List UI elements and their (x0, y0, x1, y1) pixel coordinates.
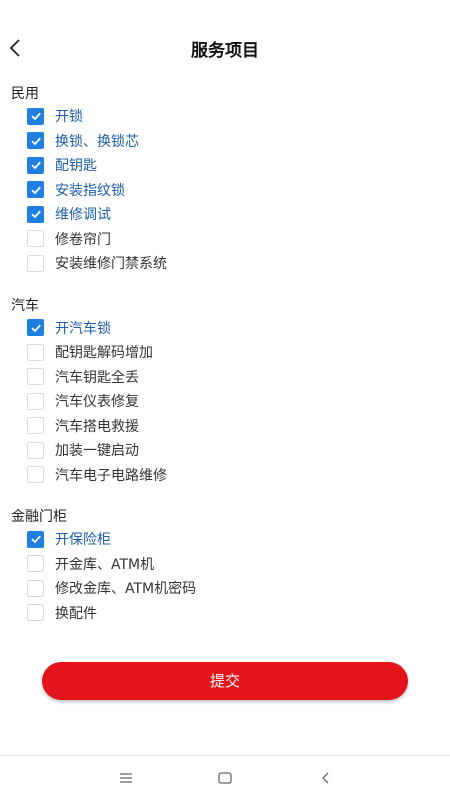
check-icon (30, 535, 41, 544)
group-title: 民用 (11, 86, 39, 102)
checkbox[interactable] (27, 466, 44, 484)
service-option[interactable]: 汽车钥匙全丢 (27, 365, 450, 390)
checkbox[interactable] (27, 230, 44, 248)
option-label: 开保险柜 (55, 532, 111, 549)
check-icon (30, 137, 41, 146)
header: 服务项目 (0, 0, 450, 96)
option-label: 配钥匙 (55, 158, 97, 175)
option-label: 安装维修门禁系统 (55, 256, 167, 273)
checkbox[interactable] (27, 441, 44, 459)
service-option[interactable]: 换配件 (27, 601, 450, 626)
service-option[interactable]: 安装维修门禁系统 (27, 251, 450, 276)
service-option[interactable]: 开保险柜 (27, 527, 450, 552)
checkbox-checked[interactable] (27, 132, 44, 150)
option-label: 汽车搭电救援 (55, 418, 139, 435)
checkbox[interactable] (27, 417, 44, 435)
system-nav-bar (0, 755, 450, 801)
checkbox-checked[interactable] (27, 530, 44, 548)
option-label: 开金库、ATM机 (55, 556, 155, 573)
service-list: 民用 开锁换锁、换锁芯 配钥匙安装指纹锁维修调试修卷帘门安装维修门禁系统汽车 开汽车锁… (0, 84, 450, 645)
checkbox[interactable] (27, 343, 44, 361)
service-group: 金融门柜开保险柜开金库、ATM机修改金库、ATM机密码 换配件 (0, 507, 450, 625)
home-icon (218, 772, 232, 784)
check-icon (30, 186, 41, 195)
checkbox[interactable] (27, 555, 44, 573)
checkbox[interactable] (27, 392, 44, 410)
option-label: 修卷帘门 (55, 231, 111, 248)
submit-button[interactable]: 提交 (42, 662, 408, 700)
option-label: 开锁 (55, 109, 83, 126)
option-label: 汽车钥匙全丢 (55, 369, 139, 386)
service-option[interactable]: 汽车搭电救援 (27, 414, 450, 439)
option-label: 维修调试 (55, 207, 111, 224)
service-option[interactable]: 修卷帘门 (27, 227, 450, 252)
option-label: 换锁、换锁芯 (55, 133, 139, 150)
nav-back-button[interactable] (316, 768, 336, 788)
service-option[interactable]: 维修调试 (27, 202, 450, 227)
option-label: 开汽车锁 (55, 320, 111, 337)
service-option[interactable]: 开锁 (27, 104, 450, 129)
service-option[interactable]: 开汽车锁 (27, 316, 450, 341)
service-option[interactable]: 加装一键启动 (27, 438, 450, 463)
option-label: 换配件 (55, 605, 97, 622)
menu-icon (120, 773, 132, 783)
service-group: 汽车 开汽车锁配钥匙解码增加 汽车钥匙全丢 汽车仪表修复 汽车搭电救援 加装一键启动汽车电… (0, 296, 450, 488)
checkbox-checked[interactable] (27, 205, 44, 223)
service-option[interactable]: 汽车仪表修复 (27, 389, 450, 414)
home-button[interactable] (215, 768, 235, 788)
service-option[interactable]: 换锁、换锁芯 (27, 129, 450, 154)
group-title: 金融门柜 (11, 509, 67, 525)
check-icon (30, 161, 41, 170)
option-label: 汽车仪表修复 (55, 394, 139, 411)
checkbox-checked[interactable] (27, 319, 44, 337)
check-icon (30, 210, 41, 219)
checkbox-checked[interactable] (27, 107, 44, 125)
menu-button[interactable] (116, 768, 136, 788)
nav-back-icon (322, 772, 329, 784)
checkbox[interactable] (27, 579, 44, 597)
check-icon (30, 324, 41, 333)
checkbox[interactable] (27, 368, 44, 386)
checkbox-checked[interactable] (27, 181, 44, 199)
checkbox-checked[interactable] (27, 156, 44, 174)
checkbox[interactable] (27, 254, 44, 272)
service-group: 民用 开锁换锁、换锁芯 配钥匙安装指纹锁维修调试修卷帘门安装维修门禁系统 (0, 84, 450, 276)
service-option[interactable]: 开金库、ATM机 (27, 552, 450, 577)
service-option[interactable]: 汽车电子电路维修 (27, 463, 450, 488)
option-label: 汽车电子电路维修 (55, 467, 167, 484)
option-label: 安装指纹锁 (55, 182, 125, 199)
group-title: 汽车 (11, 297, 39, 314)
service-option[interactable]: 安装指纹锁 (27, 178, 450, 203)
option-label: 加装一键启动 (55, 443, 139, 460)
checkbox[interactable] (27, 604, 44, 622)
option-label: 修改金库、ATM机密码 (55, 581, 197, 598)
service-option[interactable]: 修改金库、ATM机密码 (27, 576, 450, 601)
check-icon (30, 112, 41, 121)
option-label: 配钥匙解码增加 (55, 345, 153, 362)
service-option[interactable]: 配钥匙 (27, 153, 450, 178)
page-title: 服务项目 (191, 41, 259, 61)
service-option[interactable]: 配钥匙解码增加 (27, 340, 450, 365)
